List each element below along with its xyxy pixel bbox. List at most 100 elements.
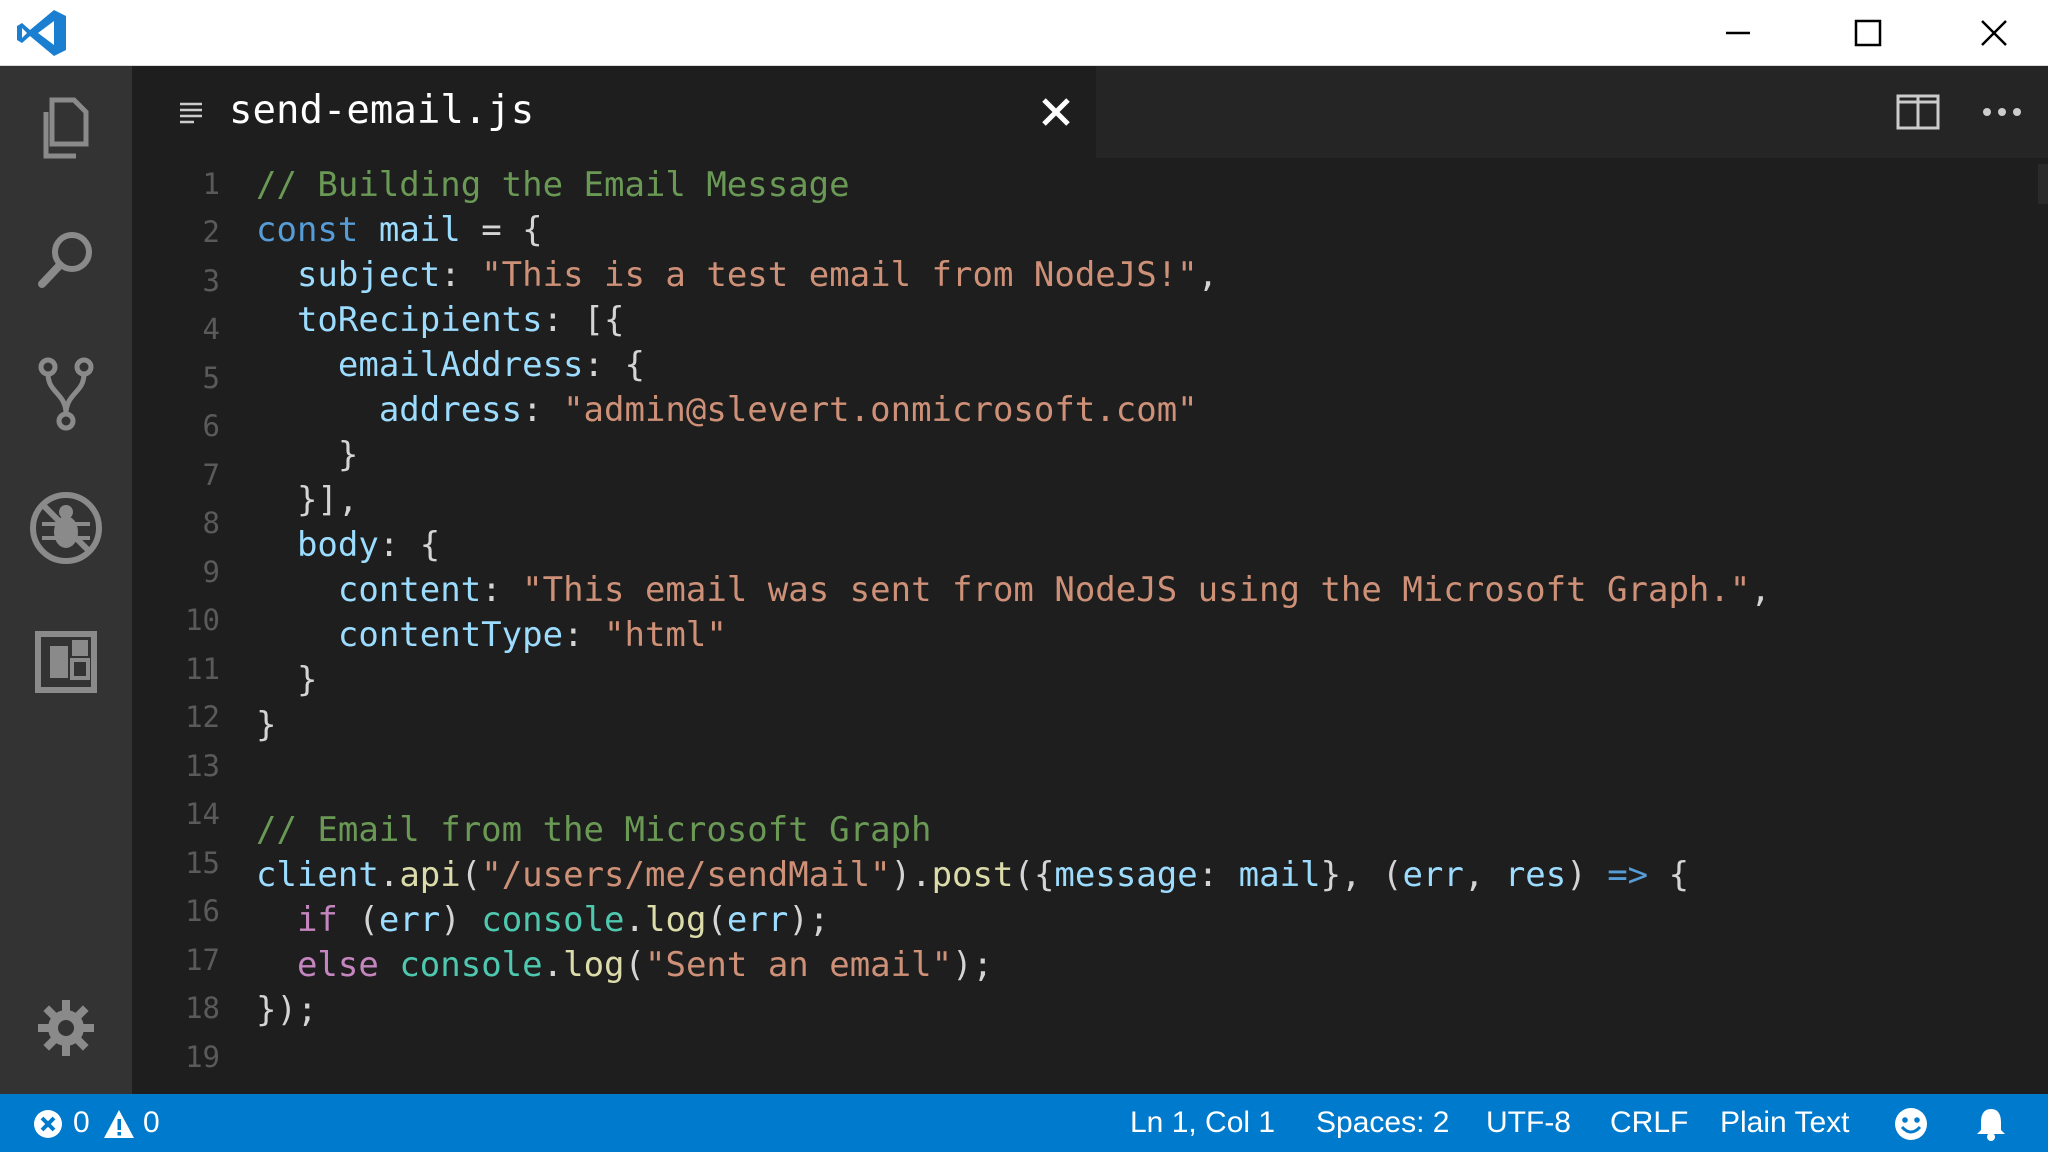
code-line-13: } [256,703,276,748]
variable: client [256,855,379,895]
error-count[interactable]: 0 [73,1094,90,1152]
string: "This email was sent from NodeJS using t… [522,570,1751,610]
class-name: console [399,945,543,985]
search-icon [38,232,92,288]
source-control-button[interactable] [26,354,106,434]
more-actions-icon[interactable] [1978,90,2026,134]
code-line-6: address: "admin@slevert.onmicrosoft.com" [378,390,1198,430]
line-number: 10 [185,603,220,637]
editor-tab-strip: send-email.js [132,66,2048,158]
line-number: 7 [202,458,220,492]
close-icon [1981,19,2007,46]
line-number: 1 [202,167,220,201]
punctuation: }], [296,480,359,520]
property: content [337,570,482,610]
maximize-icon [1854,19,1882,46]
line-number: 17 [185,943,220,977]
source-control-icon [38,357,94,431]
extensions-button[interactable] [26,622,106,702]
line-number: 4 [202,312,220,346]
vscode-logo[interactable] [14,8,70,58]
split-editor-icon[interactable] [1894,90,1942,134]
code-line-18: else console.log("Sent an email"); [296,945,994,985]
line-number: 3 [202,264,220,298]
line-number: 2 [202,215,220,249]
language-mode[interactable]: Plain Text [1720,1094,1850,1152]
tab-filename: send-email.js [229,88,535,133]
class-name: console [481,900,625,940]
code-line-3: subject: "This is a test email from Node… [296,255,1219,295]
property: emailAddress [337,345,584,385]
keyword: const [256,210,359,250]
debug-button[interactable] [26,488,106,568]
property: body [296,525,379,565]
code-line-5: emailAddress: { [256,343,645,388]
variable: err [726,900,789,940]
string: "html" [604,615,727,655]
close-window-button[interactable] [1934,0,2048,65]
function: log [645,900,707,940]
line-ending[interactable]: CRLF [1610,1094,1688,1152]
parameter: res [1504,855,1567,895]
feedback-smiley-icon[interactable] [1893,1106,1929,1142]
status-bar: 0 0 Ln 1, Col 1 Spaces: 2 UTF-8 CRLF Pla… [0,1094,2048,1152]
code-line-9: body: { [256,523,440,568]
punctuation: } [296,660,318,700]
file-encoding[interactable]: UTF-8 [1486,1094,1571,1152]
indentation[interactable]: Spaces: 2 [1316,1094,1449,1152]
code-line-19: }); [256,988,317,1033]
comment: // Building the Email Message [256,165,850,205]
line-number: 16 [185,894,220,928]
comment: // Email from the Microsoft Graph [256,810,932,850]
line-number: 14 [185,797,220,831]
settings-button[interactable] [26,988,106,1068]
code-line-4: toRecipients: [{ [256,298,625,343]
code-editor[interactable]: 1 2 3 4 5 6 7 8 9 10 11 12 13 14 15 16 1… [132,158,2048,1094]
error-icon[interactable] [32,1108,64,1140]
warning-count[interactable]: 0 [143,1094,160,1152]
maximize-button[interactable] [1808,0,1928,65]
title-bar [0,0,2048,66]
explorer-icon [43,97,89,159]
extensions-icon [35,631,97,693]
overview-ruler[interactable] [2038,164,2048,204]
line-number: 9 [202,555,220,589]
search-button[interactable] [26,220,106,300]
file-lines-icon [180,102,202,124]
cursor-position[interactable]: Ln 1, Col 1 [1130,1094,1275,1152]
tab-close-icon[interactable] [1038,94,1074,130]
code-line-8: }], [256,478,358,523]
minimize-icon [1726,31,1750,34]
parameter: err [1402,855,1464,895]
code-line-10: content: "This email was sent from NodeJ… [337,570,1771,610]
debug-icon [30,492,102,564]
function: post [931,855,1014,895]
code-line-11: contentType: "html" [337,615,727,655]
string: "/users/me/sendMail" [481,855,891,895]
line-number: 13 [185,749,220,783]
punctuation: } [337,435,359,475]
function: api [399,855,461,895]
function: log [563,945,625,985]
property: toRecipients [296,300,543,340]
line-number: 19 [185,1040,220,1074]
string: "Sent an email" [645,945,953,985]
line-number: 11 [185,652,220,686]
line-number: 15 [185,846,220,880]
explorer-button[interactable] [26,88,106,168]
code-line-16: client.api("/users/me/sendMail").post({m… [256,855,1690,895]
code-line-15: // Email from the Microsoft Graph [256,808,932,853]
minimize-button[interactable] [1678,0,1798,65]
code-line-2: const mail = { [256,208,543,253]
line-number-gutter: 1 2 3 4 5 6 7 8 9 10 11 12 13 14 15 16 1… [132,158,220,1094]
property: subject [296,255,441,295]
activity-bar [0,66,132,1094]
notifications-bell-icon[interactable] [1974,1106,2008,1142]
line-number: 6 [202,409,220,443]
property: contentType [337,615,564,655]
tab-send-email[interactable]: send-email.js [132,66,1096,158]
warning-icon[interactable] [103,1108,135,1140]
property: message [1054,855,1198,895]
variable: err [378,900,441,940]
line-number: 12 [185,700,220,734]
